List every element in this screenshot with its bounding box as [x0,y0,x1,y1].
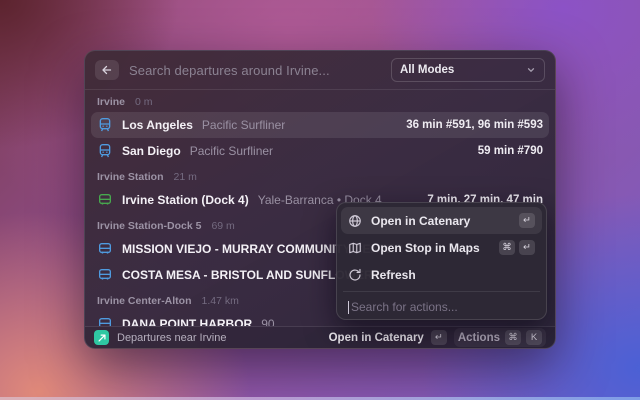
k-key: K [526,330,542,345]
search-bar: Search departures around Irvine... All M… [85,51,555,89]
return-key: ↵ [519,213,535,228]
bus-icon [97,192,113,208]
command-title: Departures near Irvine [117,332,226,344]
section-name: Irvine Station-Dock 5 [97,220,201,232]
menu-item-label: Refresh [371,268,416,282]
mode-filter-value: All Modes [400,64,520,76]
train-icon [97,117,113,133]
mode-filter-dropdown[interactable]: All Modes [391,58,545,82]
back-button[interactable] [95,60,119,80]
train-icon [97,143,113,159]
bus-icon [97,241,113,257]
search-input[interactable]: Search departures around Irvine... [129,63,381,78]
chevron-down-icon [526,65,536,75]
bus-icon [97,267,113,283]
section-name: Irvine [97,96,125,108]
actions-button[interactable]: Actions ⌘ K [454,328,546,347]
launcher-window: Search departures around Irvine... All M… [84,50,556,349]
menu-item-label: Open in Catenary [371,214,470,228]
map-icon [348,241,362,255]
section-name: Irvine Station [97,171,164,183]
destination-title: DANA POINT HARBOR [122,317,252,326]
menu-item-open-in-catenary[interactable]: Open in Catenary ↵ [341,207,542,234]
command-key: ⌘ [505,330,521,345]
list-item[interactable]: San Diego Pacific Surfliner 59 min #790 [91,138,549,164]
refresh-icon [348,268,362,282]
action-search-input[interactable]: Search for actions... [341,295,542,319]
arrow-left-icon [101,64,113,76]
catenary-app-icon [94,330,109,345]
section-name: Irvine Center-Alton [97,295,192,307]
list-item[interactable]: Los Angeles Pacific Surfliner 36 min #59… [91,112,549,138]
menu-item-open-stop-in-maps[interactable]: Open Stop in Maps ⌘ ↵ [341,234,542,261]
menu-item-label: Open Stop in Maps [371,241,480,255]
text-caret [348,301,349,314]
destination-title: Irvine Station (Dock 4) [122,193,249,207]
section-distance: 1.47 km [202,295,239,307]
action-search-placeholder: Search for actions... [351,300,458,314]
menu-item-refresh[interactable]: Refresh [341,261,542,288]
actions-label: Actions [458,332,500,344]
section-distance: 69 m [211,220,234,232]
return-key: ↵ [431,330,447,345]
action-menu: Open in Catenary ↵ Open Stop in Maps ⌘ ↵… [336,202,547,320]
section-header: Irvine 0 m [91,95,549,108]
menu-divider [343,291,540,292]
command-key: ⌘ [499,240,515,255]
destination-title: San Diego [122,144,181,158]
departure-times: 36 min #591, 96 min #593 [406,119,543,131]
primary-action-label[interactable]: Open in Catenary [329,332,424,344]
route-subtitle: Pacific Surfliner [190,144,273,158]
section-distance: 0 m [135,96,153,108]
departure-times: 59 min #790 [478,145,543,157]
return-key: ↵ [519,240,535,255]
route-number: 90 [261,317,274,326]
section-header: Irvine Station 21 m [91,170,549,183]
section-distance: 21 m [174,171,197,183]
route-subtitle: Pacific Surfliner [202,118,285,132]
bus-icon [97,316,113,326]
globe-icon [348,214,362,228]
footer-bar: Departures near Irvine Open in Catenary … [85,327,555,348]
destination-title: Los Angeles [122,118,193,132]
